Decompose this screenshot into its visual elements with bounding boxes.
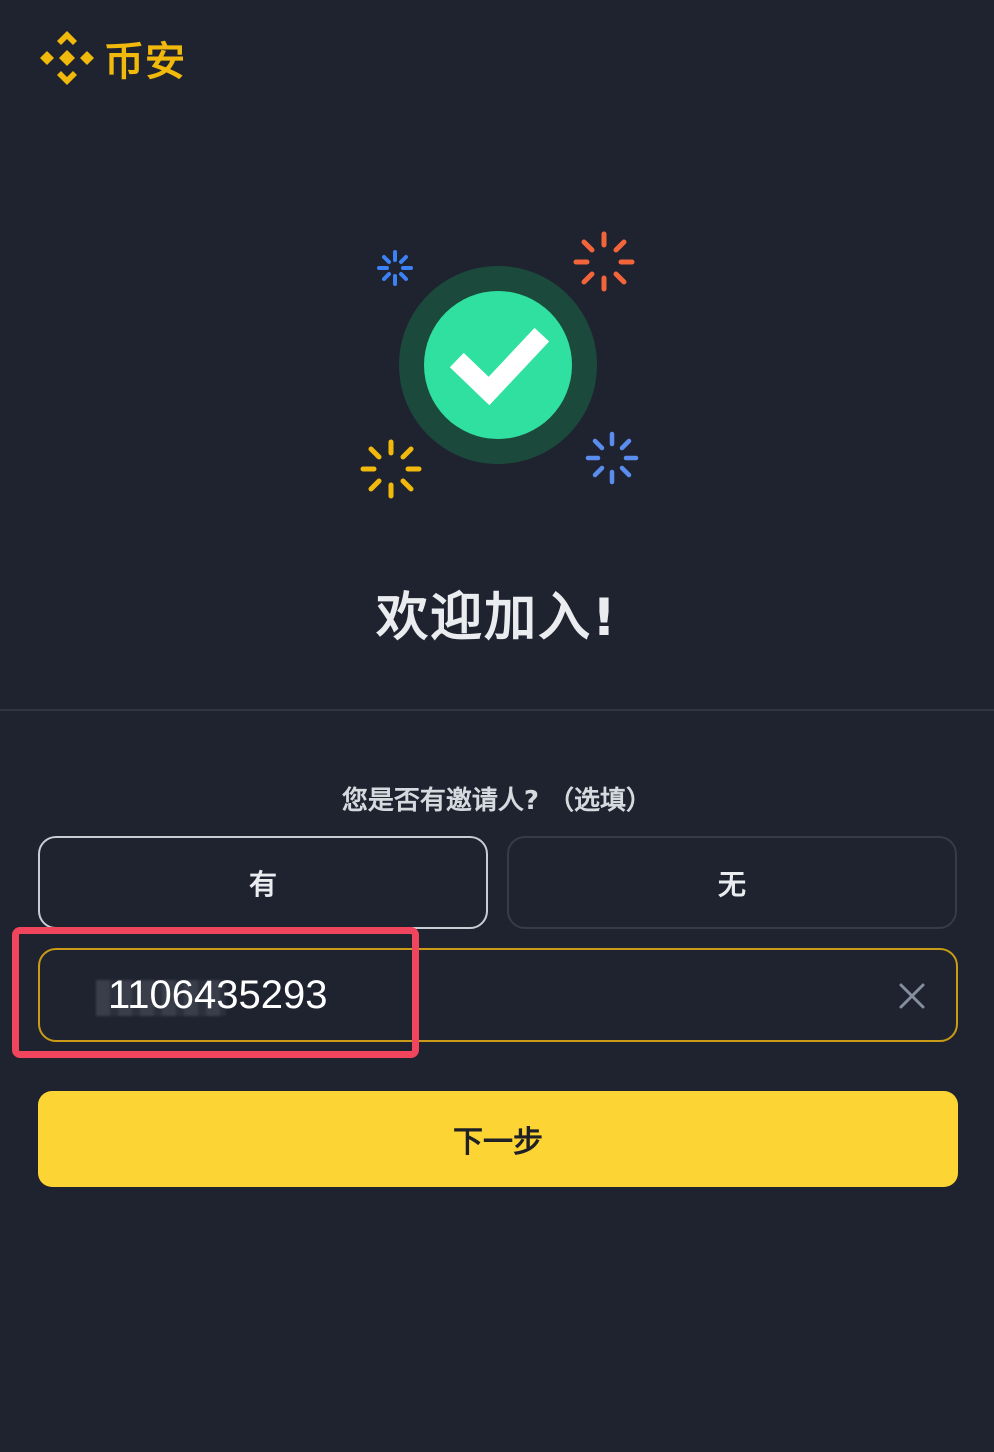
close-icon	[896, 980, 928, 1012]
referral-yes-label: 有	[248, 867, 277, 901]
next-step-button[interactable]: 下一步	[38, 1091, 958, 1187]
referral-yes-button[interactable]: 有	[38, 836, 488, 929]
welcome-title: 欢迎加入!	[376, 588, 618, 648]
referral-no-button[interactable]: 无	[507, 836, 957, 929]
referral-question: 您是否有邀请人? （选填）	[341, 786, 653, 816]
clear-input-button[interactable]	[896, 980, 928, 1012]
sparkle-blue-small	[377, 250, 413, 286]
sparkle-yellow	[360, 439, 422, 499]
brand-name: 币安	[104, 39, 186, 85]
brand-logo[interactable]: 币安	[38, 28, 186, 88]
section-divider	[0, 709, 994, 711]
success-illustration	[340, 220, 660, 520]
signup-success-page: 币安 欢迎加入! 您是否有邀请人? （选填） 有 无 1106435293 下一…	[0, 0, 994, 1452]
sparkle-orange	[573, 231, 635, 292]
annotation-highlight-box	[12, 927, 419, 1058]
referral-no-label: 无	[717, 867, 746, 901]
sparkle-blue	[585, 431, 639, 485]
binance-logo-icon	[38, 29, 96, 87]
